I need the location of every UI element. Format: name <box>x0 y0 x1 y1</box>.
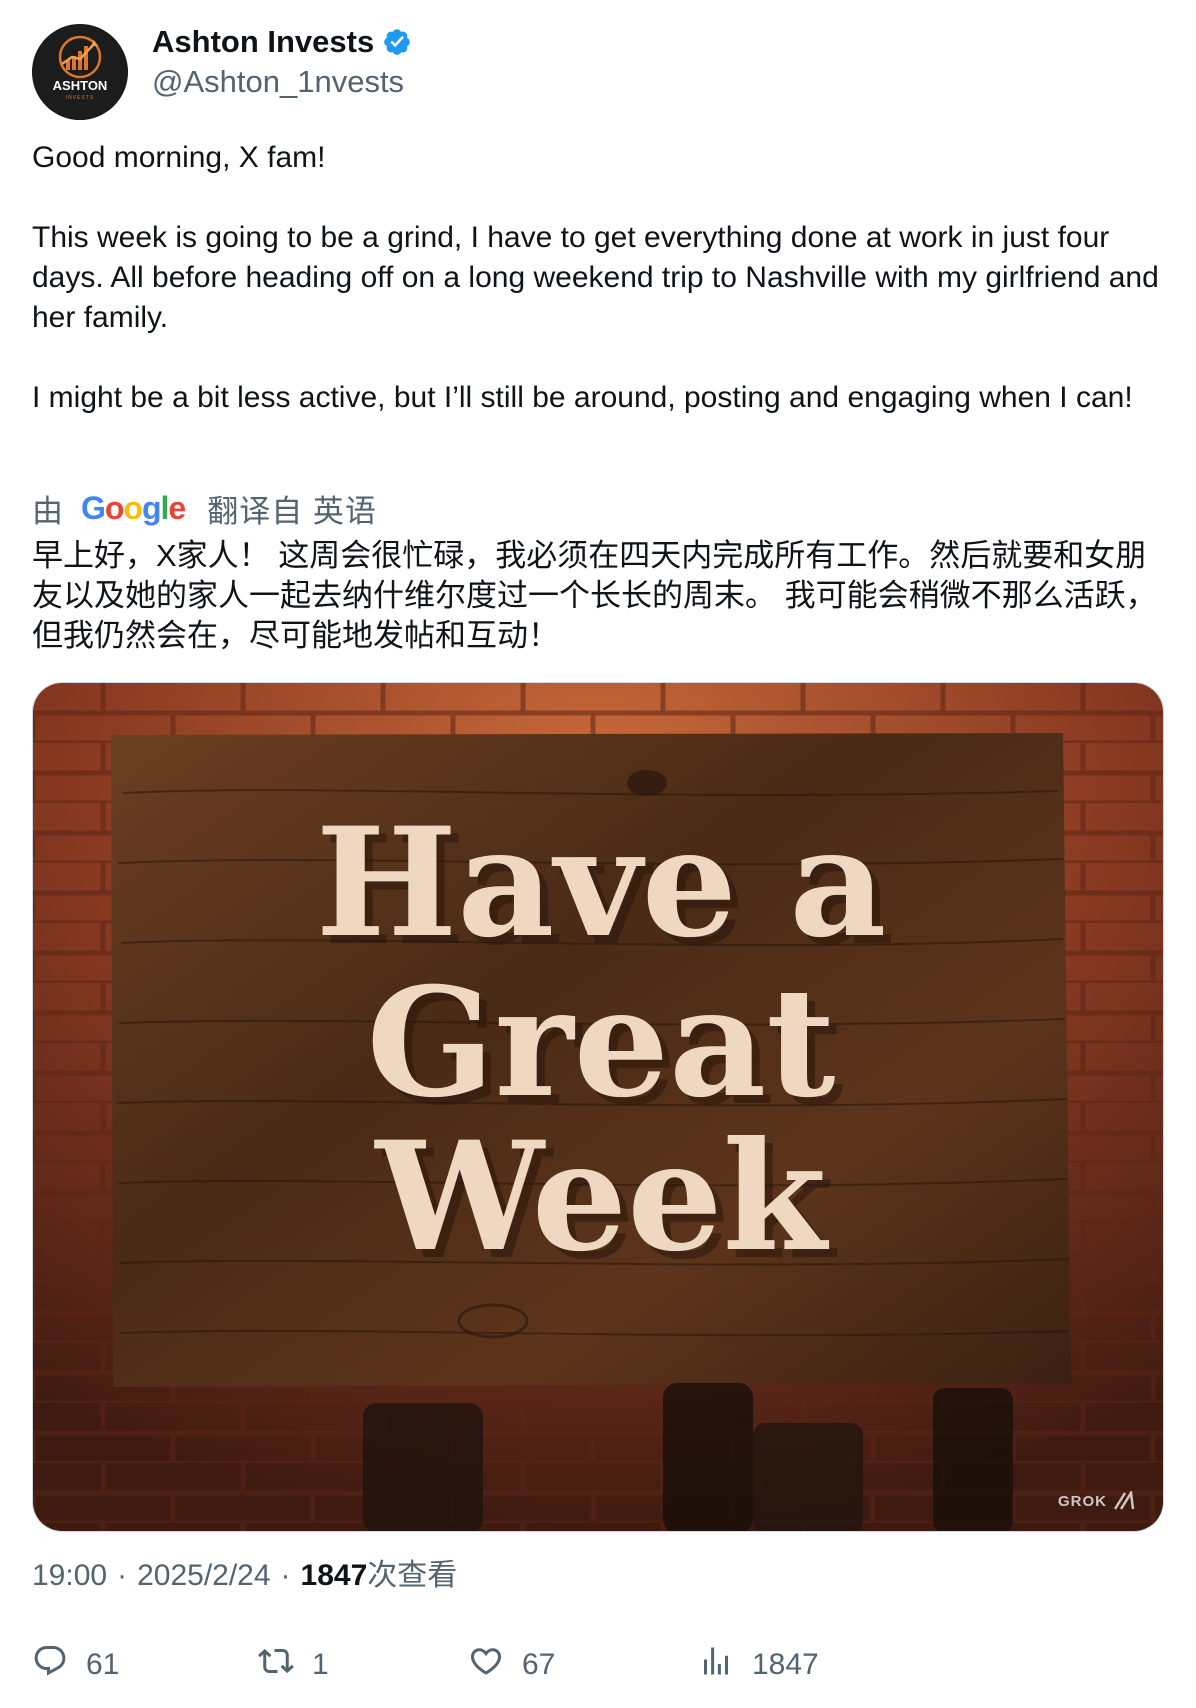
post: ASHTON INVESTS Ashton Invests @Ashton_1n… <box>0 0 1196 1708</box>
translated-by-label: 由 <box>32 493 63 529</box>
grok-logo-icon <box>1113 1491 1135 1511</box>
like-count: 67 <box>522 1648 556 1681</box>
translated-from-label: 翻译自 英语 <box>207 493 377 529</box>
avatar-logo: ASHTON INVESTS <box>32 24 128 120</box>
heart-icon <box>468 1643 504 1687</box>
separator-dot: · <box>117 1559 128 1592</box>
author-handle[interactable]: @Ashton_1nvests <box>152 62 404 102</box>
tweet-paragraph: This week is going to be a grind, I have… <box>32 221 1159 334</box>
avatar[interactable]: ASHTON INVESTS <box>32 24 128 120</box>
tweet-paragraph: Good morning, X fam! <box>32 141 326 174</box>
author-name-row[interactable]: Ashton Invests <box>152 22 412 62</box>
tweet-time[interactable]: 19:00 <box>32 1556 107 1596</box>
verified-badge-icon <box>382 27 412 57</box>
separator-dot: · <box>280 1559 291 1592</box>
views-label: 次查看 <box>367 1559 458 1592</box>
tweet-date[interactable]: 2025/2/24 <box>137 1556 270 1596</box>
sign-line-3: Week <box>373 1109 829 1285</box>
repost-button[interactable]: 1 <box>258 1640 329 1690</box>
like-button[interactable]: 67 <box>468 1640 555 1690</box>
analytics-icon <box>698 1643 734 1687</box>
repost-count: 1 <box>312 1648 329 1681</box>
translated-text: 早上好，X家人！ 这周会很忙碌，我必须在四天内完成所有工作。然后就要和女朋友以及… <box>32 538 1157 653</box>
sign-line-2: Great <box>366 955 835 1131</box>
tweet-image[interactable]: Have a Have a Great Great Week Week GROK <box>32 682 1164 1532</box>
svg-text:ASHTON: ASHTON <box>53 78 108 93</box>
svg-text:INVESTS: INVESTS <box>66 95 94 101</box>
tweet-paragraph: I might be a bit less active, but I’ll s… <box>32 381 1133 414</box>
views-button[interactable]: 1847 <box>698 1640 819 1690</box>
repost-icon <box>258 1643 294 1687</box>
display-name[interactable]: Ashton Invests <box>152 22 374 62</box>
tweet-meta: 19:00 · 2025/2/24 · 1847 次查看 <box>32 1556 457 1596</box>
views-count: 1847 <box>300 1559 368 1592</box>
reply-icon <box>32 1643 68 1687</box>
action-bar: 61 1 67 1847 <box>32 1640 1132 1690</box>
google-logo: Google <box>81 489 186 526</box>
translation-attribution[interactable]: 由 Google 翻译自 英语 <box>32 486 377 530</box>
sign-line-1: Have a <box>316 795 887 971</box>
have-a-great-week-sign-image: Have a Have a Great Great Week Week <box>33 683 1163 1531</box>
tweet-text: Good morning, X fam! This week is going … <box>32 138 1164 418</box>
reply-count: 61 <box>86 1648 120 1681</box>
reply-button[interactable]: 61 <box>32 1640 119 1690</box>
grok-watermark: GROK <box>1058 1491 1135 1511</box>
views-stat-count: 1847 <box>752 1648 819 1681</box>
